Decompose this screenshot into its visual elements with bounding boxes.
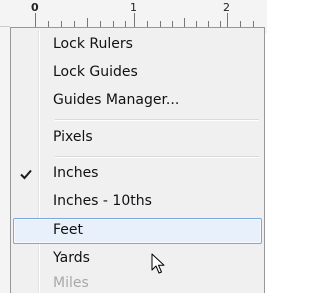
menu-item-label: Yards <box>53 250 90 266</box>
menu-item-label: Guides Manager... <box>53 92 180 108</box>
menu-item-inches[interactable]: Inches <box>13 161 262 187</box>
menu-item-miles[interactable]: Miles <box>13 271 262 297</box>
menu-item-lock-guides[interactable]: Lock Guides <box>13 60 262 86</box>
ruler-tick <box>227 13 228 27</box>
menu-item-pixels[interactable]: Pixels <box>13 125 262 151</box>
menu-item-label: Miles <box>53 275 89 291</box>
vertical-ruler[interactable] <box>0 34 10 293</box>
menu-item-yards[interactable]: Yards <box>13 246 262 272</box>
ruler-tick <box>184 18 185 27</box>
ruler-units-context-menu: Lock Rulers Lock Guides Guides Manager..… <box>10 27 265 293</box>
menu-separator <box>55 119 259 121</box>
ruler-tick <box>87 18 88 27</box>
menu-item-label: Feet <box>53 222 84 238</box>
menu-item-label: Lock Guides <box>53 64 138 80</box>
checkmark-icon <box>20 169 32 180</box>
ruler-tick <box>134 13 135 27</box>
menu-separator <box>55 156 259 158</box>
menu-item-label: Lock Rulers <box>53 36 133 52</box>
menu-item-guides-manager[interactable]: Guides Manager... <box>13 88 262 114</box>
menu-item-label: Pixels <box>53 129 93 145</box>
menu-item-lock-rulers[interactable]: Lock Rulers <box>13 32 262 58</box>
ruler-tick <box>35 13 36 27</box>
menu-item-label: Inches <box>53 165 99 181</box>
menu-item-inches-10ths[interactable]: Inches - 10ths <box>13 189 262 215</box>
mouse-pointer-icon <box>151 253 165 274</box>
ruler-corner <box>0 26 10 27</box>
menu-item-feet[interactable]: Feet <box>13 218 262 244</box>
menu-item-label: Inches - 10ths <box>53 193 152 209</box>
